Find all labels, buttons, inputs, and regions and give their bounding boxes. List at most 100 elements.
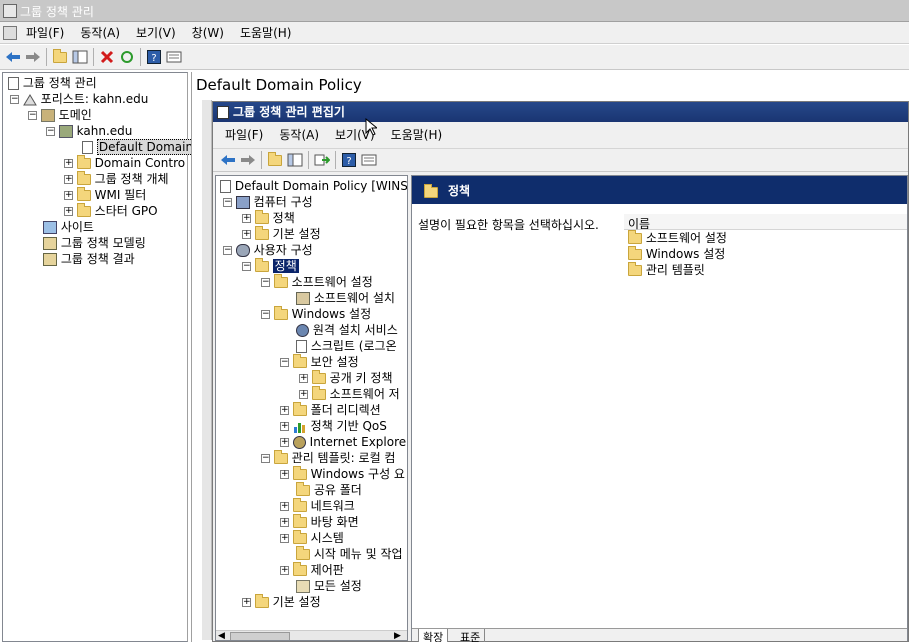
collapse-icon: − [261, 309, 270, 319]
editor-properties-button[interactable] [359, 150, 379, 170]
tree-user-config[interactable]: − 사용자 구성 [223, 242, 313, 258]
tree-item-gpm[interactable]: 그룹 정책 관리 [8, 75, 97, 91]
tree-item-forest[interactable]: − 포리스트: kahn.edu [10, 91, 148, 107]
tree-item-gpo-objects[interactable]: + 그룹 정책 개체 [64, 171, 169, 187]
outer-menu-view[interactable]: 보기(V) [128, 23, 184, 43]
qos-chart-icon [293, 423, 305, 433]
tree-computer-policies[interactable]: + 정책 [242, 210, 295, 226]
refresh-button[interactable] [117, 47, 137, 67]
security-folder-icon [292, 354, 307, 368]
tree-item-modeling[interactable]: 그룹 정책 모델링 [43, 235, 146, 251]
editor-up-button[interactable] [265, 150, 285, 170]
properties-icon [166, 51, 182, 63]
forward-button[interactable] [23, 47, 43, 67]
editor-help-button[interactable]: ? [339, 150, 359, 170]
tree-software-restriction[interactable]: + 소프트웨어 저 [299, 386, 400, 402]
expand-icon: + [242, 213, 251, 223]
tree-control-panel[interactable]: + 제어판 [280, 562, 344, 578]
tree-computer-config[interactable]: − 컴퓨터 구성 [223, 194, 313, 210]
tree-network[interactable]: + 네트워크 [280, 498, 355, 514]
editor-tree-pane: Default Domain Policy [WINS − 컴퓨터 구성 + 정… [215, 175, 408, 641]
folder-icon [76, 171, 91, 185]
folder-icon [628, 246, 642, 260]
tree-admin-templates[interactable]: − 관리 템플릿: 로컬 컴 [261, 450, 395, 466]
list-item-admin-templates[interactable]: 관리 템플릿 [628, 262, 705, 278]
column-header-name[interactable]: 이름 [624, 214, 907, 231]
list-item-windows-settings[interactable]: Windows 설정 [628, 246, 725, 262]
scroll-thumb [230, 632, 290, 640]
tree-item-starter-gpo[interactable]: + 스타터 GPO [64, 203, 158, 219]
tree-user-policies[interactable]: − 정책 [242, 258, 299, 274]
forward-arrow-icon [241, 155, 255, 165]
tree-start-menu[interactable]: 시작 메뉴 및 작업 [296, 546, 403, 562]
tree-item-domain-kahn[interactable]: − kahn.edu [46, 123, 132, 139]
tree-qos[interactable]: + 정책 기반 QoS [280, 418, 387, 434]
scroll-left-icon: ◀ [218, 631, 225, 641]
outer-toolbar: ? [0, 45, 909, 70]
expand-icon: + [299, 389, 308, 399]
tree-security-settings[interactable]: − 보안 설정 [280, 354, 359, 370]
tree-software-install[interactable]: 소프트웨어 설치 [296, 290, 395, 306]
delete-button[interactable] [97, 47, 117, 67]
editor-menu-help[interactable]: 도움말(H) [383, 125, 451, 145]
tree-gpo-root[interactable]: Default Domain Policy [WINS [220, 178, 407, 194]
outer-tree-pane: 그룹 정책 관리 − 포리스트: kahn.edu − 도메인 − kahn.e… [2, 72, 196, 642]
back-button[interactable] [3, 47, 23, 67]
tree-scripts[interactable]: 스크립트 (로그온 [296, 338, 397, 354]
mouse-cursor-icon [365, 118, 377, 136]
tree-shared-folders[interactable]: 공유 폴더 [296, 482, 362, 498]
tree-item-domains[interactable]: − 도메인 [28, 107, 92, 123]
tree-computer-preferences[interactable]: + 기본 설정 [242, 226, 321, 242]
show-hide-tree-button[interactable] [70, 47, 90, 67]
gpo-link-icon [82, 141, 93, 154]
editor-menu-file[interactable]: 파일(F) [217, 125, 271, 145]
tree-item-sites[interactable]: 사이트 [43, 219, 94, 235]
policy-header-title: 정책 [448, 184, 471, 198]
outer-menu-file[interactable]: 파일(F) [18, 23, 72, 43]
editor-tree-toggle-button[interactable] [285, 150, 305, 170]
tab-extended[interactable]: 확장 [418, 629, 449, 642]
tree-public-key[interactable]: + 공개 키 정책 [299, 370, 393, 386]
system-menu-icon[interactable] [3, 26, 17, 40]
folder-icon [292, 498, 307, 512]
list-item-software-settings[interactable]: 소프트웨어 설정 [628, 230, 727, 246]
up-folder-button[interactable] [50, 47, 70, 67]
editor-window-title: 그룹 정책 관리 편집기 [233, 105, 345, 119]
help-button[interactable]: ? [144, 47, 164, 67]
export-list-button[interactable] [312, 150, 332, 170]
outer-menu-window[interactable]: 창(W) [184, 23, 232, 43]
outer-right-strip [202, 100, 212, 640]
delete-x-icon [100, 50, 114, 64]
editor-tree-hscrollbar[interactable]: ◀ ▶ [216, 630, 407, 641]
properties-button[interactable] [164, 47, 184, 67]
tree-ie-maintenance[interactable]: + Internet Explorer [280, 434, 407, 450]
editor-window: 그룹 정책 관리 편집기 파일(F) 동작(A) 보기(V) 도움말(H) ? … [212, 101, 909, 642]
tree-item-wmi-filters[interactable]: + WMI 필터 [64, 187, 146, 203]
folder-icon [273, 274, 288, 288]
tree-item-results[interactable]: 그룹 정책 결과 [43, 251, 135, 267]
tree-remote-install[interactable]: 원격 설치 서비스 [296, 322, 398, 338]
help-icon: ? [147, 50, 161, 64]
tree-windows-components[interactable]: + Windows 구성 요 [280, 466, 405, 482]
tree-item-domain-controllers[interactable]: + Domain Contro [64, 155, 185, 171]
modeling-icon [43, 237, 57, 250]
tree-user-preferences[interactable]: + 기본 설정 [242, 594, 321, 610]
tree-all-settings[interactable]: 모든 설정 [296, 578, 362, 594]
tree-item-default-domain[interactable]: Default Domain [82, 139, 196, 155]
tree-windows-settings[interactable]: − Windows 설정 [261, 306, 371, 322]
editor-back-button[interactable] [218, 150, 238, 170]
editor-menu-action[interactable]: 동작(A) [271, 125, 327, 145]
editor-forward-button[interactable] [238, 150, 258, 170]
gpm-icon [8, 77, 19, 90]
outer-menu-action[interactable]: 동작(A) [72, 23, 128, 43]
tab-standard[interactable]: 표준 [456, 629, 486, 642]
scroll-right-icon: ▶ [394, 631, 401, 641]
tree-software-settings[interactable]: − 소프트웨어 설정 [261, 274, 373, 290]
outer-menu-help[interactable]: 도움말(H) [232, 23, 300, 43]
tree-folder-redirection[interactable]: + 폴더 리디렉션 [280, 402, 381, 418]
tree-system[interactable]: + 시스템 [280, 530, 344, 546]
collapse-icon: − [261, 277, 270, 287]
console-tree-icon [287, 153, 303, 167]
domains-icon [40, 109, 55, 122]
tree-desktop[interactable]: + 바탕 화면 [280, 514, 359, 530]
